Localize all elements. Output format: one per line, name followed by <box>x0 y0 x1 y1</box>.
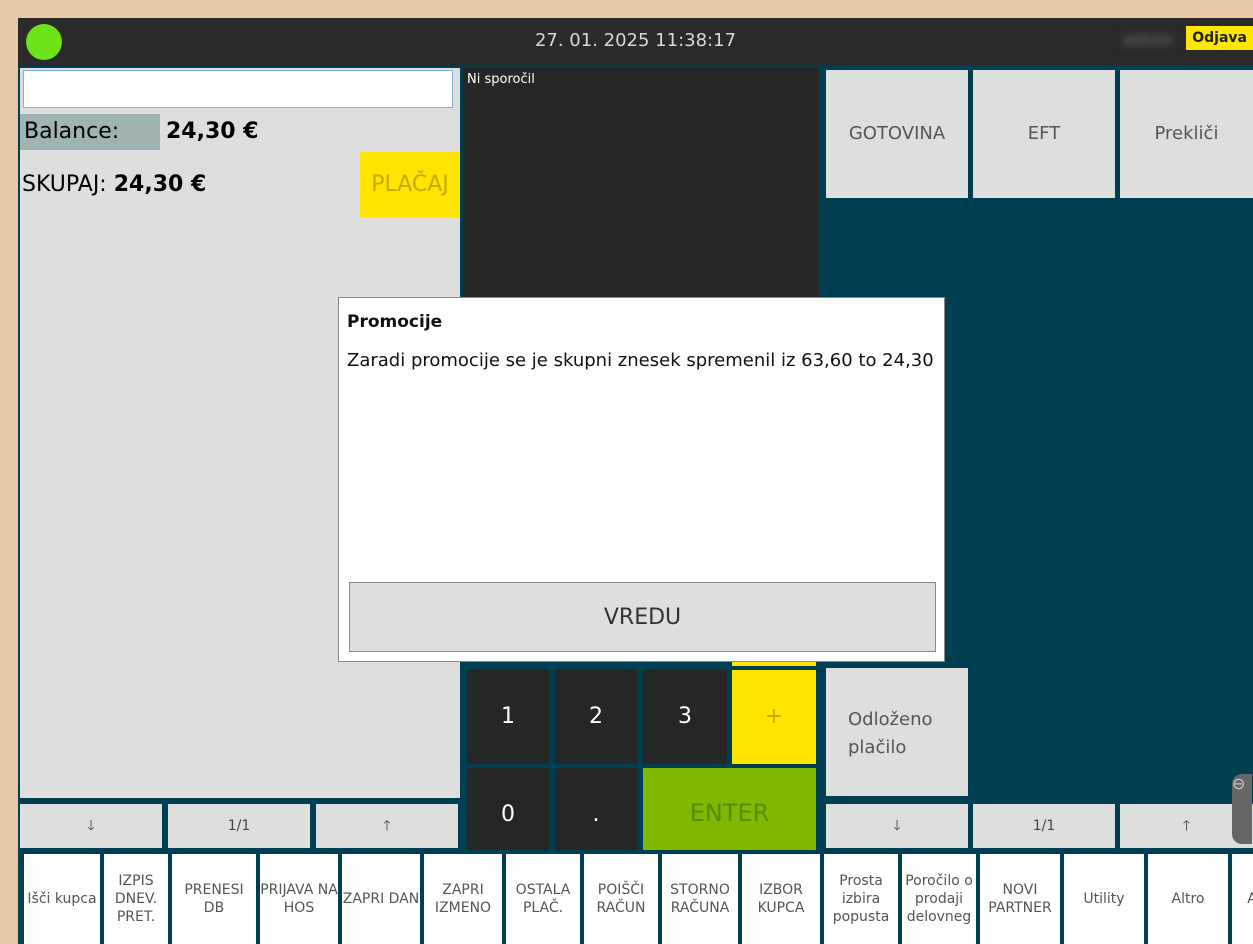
find-receipt-button[interactable]: POIŠČI RAČUN <box>584 854 658 944</box>
keypad-0[interactable]: 0 <box>467 768 549 862</box>
keypad-plus[interactable]: + <box>732 670 816 764</box>
other-payments-button[interactable]: OSTALA PLAČ. <box>506 854 580 944</box>
login-hos-button[interactable]: PRIJAVA NA HOS <box>260 854 338 944</box>
left-page-indicator: 1/1 <box>168 804 310 848</box>
ok-button[interactable]: VREDU <box>349 582 936 652</box>
top-bar: 27. 01. 2025 11:38:17 admin Odjava <box>18 18 1253 66</box>
total-row: SKUPAJ: 24,30 € PLAČAJ <box>20 152 460 218</box>
utility-button[interactable]: Utility <box>1064 854 1144 944</box>
function-bar: Išči kupca IZPIS DNEV. PRET. PRENESI DB … <box>18 850 1253 944</box>
keypad-3[interactable]: 3 <box>643 670 727 764</box>
close-day-button[interactable]: ZAPRI DAN <box>342 854 420 944</box>
deferred-payment-button[interactable]: Odloženo plačilo <box>826 668 968 796</box>
messages-panel: Ni sporočil <box>463 68 819 298</box>
cash-button[interactable]: GOTOVINA <box>826 70 968 198</box>
free-discount-button[interactable]: Prosta izbira popusta <box>824 854 898 944</box>
altro-button[interactable]: Altro <box>1148 854 1228 944</box>
dialog-message: Zaradi promocije se je skupni znesek spr… <box>347 350 934 371</box>
sales-report-button[interactable]: Poročilo o prodaji delovneg <box>902 854 976 944</box>
eft-button[interactable]: EFT <box>973 70 1115 198</box>
side-panel-toggle-icon[interactable]: ⊖ <box>1232 774 1252 844</box>
cancel-button[interactable]: Prekliči <box>1120 70 1253 198</box>
promotion-dialog: Promocije Zaradi promocije se je skupni … <box>338 297 945 662</box>
total-label: SKUPAJ: <box>22 172 107 197</box>
balance-label: Balance: <box>20 114 160 150</box>
keypad-1[interactable]: 1 <box>467 670 549 764</box>
username: admin <box>1122 30 1173 49</box>
keypad-dot[interactable]: . <box>555 768 637 862</box>
dialog-title: Promocije <box>347 312 443 332</box>
select-customer-button[interactable]: IZBOR KUPCA <box>742 854 820 944</box>
pay-button[interactable]: PLAČAJ <box>360 152 460 218</box>
left-scroll-down-button[interactable]: 🡓 <box>20 804 162 848</box>
daily-report-button[interactable]: IZPIS DNEV. PRET. <box>104 854 168 944</box>
new-partner-button[interactable]: NOVI PARTNER <box>980 854 1060 944</box>
right-page-indicator: 1/1 <box>973 804 1115 848</box>
transfer-db-button[interactable]: PRENESI DB <box>172 854 256 944</box>
logout-button[interactable]: Odjava <box>1186 26 1253 50</box>
search-input[interactable] <box>23 70 453 108</box>
datetime: 27. 01. 2025 11:38:17 <box>534 30 737 51</box>
close-shift-button[interactable]: ZAPRI IZMENO <box>424 854 502 944</box>
storno-receipt-button[interactable]: STORNO RAČUNA <box>662 854 738 944</box>
more-button[interactable]: A <box>1232 854 1253 944</box>
enter-button[interactable]: ENTER <box>643 768 816 862</box>
keypad-2[interactable]: 2 <box>555 670 637 764</box>
balance-value: 24,30 € <box>166 119 259 144</box>
search-customer-button[interactable]: Išči kupca <box>24 854 100 944</box>
left-scroll-up-button[interactable]: 🡑 <box>316 804 458 848</box>
right-scroll-down-button[interactable]: 🡓 <box>826 804 968 848</box>
messages-empty-text: Ni sporočil <box>467 72 535 87</box>
total-value: 24,30 € <box>113 172 207 197</box>
